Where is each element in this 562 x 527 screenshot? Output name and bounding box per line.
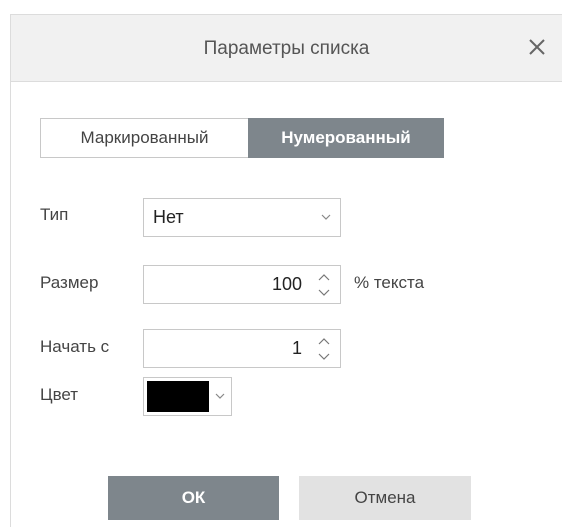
cancel-button[interactable]: Отмена bbox=[299, 476, 471, 520]
size-suffix: % текста bbox=[354, 273, 425, 292]
dialog-title: Параметры списка bbox=[203, 38, 370, 59]
size-label: Размер bbox=[40, 273, 99, 292]
type-select[interactable]: Нет bbox=[143, 198, 341, 237]
tab-numbered[interactable]: Нумерованный bbox=[248, 118, 444, 158]
close-icon bbox=[529, 39, 545, 55]
chevron-down-icon bbox=[215, 393, 225, 399]
ok-button[interactable]: ОК bbox=[108, 476, 279, 520]
start-stepper[interactable]: 1 bbox=[143, 329, 341, 368]
chevron-down-icon[interactable] bbox=[316, 351, 332, 363]
start-value: 1 bbox=[291, 338, 302, 358]
type-select-value: Нет bbox=[153, 207, 184, 227]
dialog-header: Параметры списка bbox=[11, 15, 562, 82]
tab-bulleted[interactable]: Маркированный bbox=[40, 118, 248, 158]
chevron-down-icon[interactable] bbox=[316, 287, 332, 299]
close-button[interactable] bbox=[522, 32, 552, 62]
color-label: Цвет bbox=[40, 385, 79, 404]
chevron-up-icon[interactable] bbox=[316, 335, 332, 347]
type-label: Тип bbox=[40, 205, 69, 224]
chevron-up-icon[interactable] bbox=[316, 271, 332, 283]
size-value: 100 bbox=[271, 274, 302, 294]
color-swatch bbox=[147, 381, 209, 412]
color-picker[interactable] bbox=[143, 377, 232, 416]
size-stepper[interactable]: 100 bbox=[143, 265, 341, 304]
start-label: Начать с bbox=[40, 337, 110, 356]
chevron-down-icon bbox=[321, 214, 331, 220]
list-type-tabs: Маркированный Нумерованный bbox=[40, 118, 444, 158]
list-settings-dialog: Параметры списка Маркированный Нумерован… bbox=[10, 14, 562, 527]
